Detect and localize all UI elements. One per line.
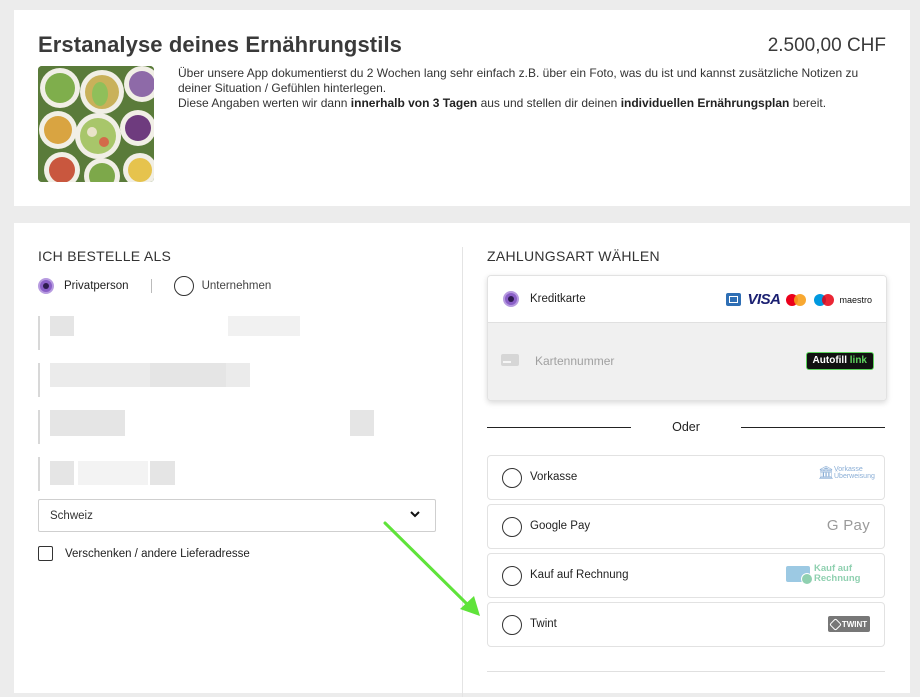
vorkasse-logo-text: Vorkasse Überweisung [834,466,875,480]
bottom-divider [487,671,885,672]
invoice-logo-text: Kauf auf Rechnung [814,563,861,584]
credit-card-radio[interactable] [503,291,519,307]
desc-bold-duration: innerhalb von 3 Tagen [350,96,478,110]
private-person-label[interactable]: Privatperson [64,280,129,292]
autofill-link-text: link [849,355,867,366]
card-number-input[interactable]: Kartennummer [535,354,614,368]
order-section-title: ICH BESTELLE ALS [38,248,172,264]
gift-label[interactable]: Verschenken / andere Lieferadresse [65,548,250,560]
google-pay-label: Google Pay [530,520,591,532]
bank-icon: 🏛 [818,465,835,480]
twint-label: Twint [530,618,557,630]
or-separator: Oder [487,419,885,435]
chevron-down-icon [409,508,421,523]
description-line-2: Diese Angaben werten wir dann innerhalb … [178,96,878,111]
desc-bold-plan: individuellen Ernährungsplan [620,96,790,110]
credit-card-label: Kreditkarte [530,293,586,305]
autofill-text: Autofill [812,355,850,366]
column-divider [462,247,463,697]
gift-checkbox[interactable] [38,546,53,561]
type-divider [150,279,152,293]
address-field-2[interactable] [38,363,440,397]
order-card: ICH BESTELLE ALS Privatperson Unternehme… [14,223,910,697]
invoice-radio[interactable] [502,566,522,586]
redacted-block [150,363,226,387]
redacted-block [50,410,125,436]
desc-text: bereit. [789,96,827,110]
product-description: Über unsere App dokumentierst du 2 Woche… [178,66,878,111]
twint-radio[interactable] [502,615,522,635]
vorkasse-label: Vorkasse [530,471,578,483]
description-line-1: Über unsere App dokumentierst du 2 Woche… [178,66,859,95]
redacted-block [50,316,74,336]
autofill-link-button[interactable]: Autofill link [805,352,874,370]
invoice-card-icon [786,566,813,585]
redacted-block [228,316,300,336]
product-price: 2.500,00 CHF [767,35,886,56]
field-edge [38,363,40,397]
mastercard-icon [786,293,808,307]
company-label[interactable]: Unternehmen [202,280,272,292]
twint-logo-text: TWINT [841,619,868,629]
twint-shield-icon [828,617,842,631]
redacted-block [78,461,148,485]
payment-option-google-pay[interactable]: Google Pay G Pay [487,504,885,549]
separator-line [741,427,885,428]
redacted-block [150,461,175,485]
product-title: Erstanalyse deines Ernährungstils [38,32,402,57]
field-edge [38,410,40,444]
payment-option-vorkasse[interactable]: Vorkasse 🏛 Vorkasse Überweisung [487,455,885,500]
desc-text: aus und stellen dir deinen [477,96,621,110]
google-pay-logo: G Pay [826,517,870,534]
invoice-logo: Kauf auf Rechnung [786,563,870,585]
gift-option[interactable]: Verschenken / andere Lieferadresse [38,546,250,561]
customer-type-selector: Privatperson Unternehmen [38,276,271,296]
card-number-area[interactable]: Kartennummer Autofill link [488,322,886,400]
product-image [38,66,154,182]
maestro-icon [814,293,836,307]
company-radio[interactable] [173,276,194,296]
card-icon [501,354,519,366]
card-brand-logos: VISA maestro [726,291,872,308]
address-field-4[interactable] [38,457,440,491]
twint-logo: TWINT [828,616,870,632]
private-person-radio[interactable] [38,278,54,294]
redacted-block [350,410,374,436]
vorkasse-logo: 🏛 Vorkasse Überweisung [818,465,875,481]
field-edge [38,457,40,491]
maestro-label: maestro [839,294,872,305]
credit-card-option[interactable]: Kreditkarte VISA maestro Kartennummer Au… [487,275,887,401]
redacted-block [50,461,74,485]
amex-icon [726,293,742,306]
visa-icon: VISA [747,291,781,308]
invoice-label: Kauf auf Rechnung [530,569,629,581]
address-field-1[interactable] [38,316,440,350]
country-value: Schweiz [50,510,93,522]
desc-text: Diese Angaben werten wir dann [178,96,351,110]
payment-section-title: ZAHLUNGSART WÄHLEN [487,248,660,264]
payment-option-twint[interactable]: Twint TWINT [487,602,885,647]
country-select[interactable]: Schweiz [38,499,436,532]
credit-card-header[interactable]: Kreditkarte VISA maestro [488,276,886,322]
google-pay-radio[interactable] [502,517,522,537]
product-card: Erstanalyse deines Ernährungstils 2.500,… [14,10,910,206]
vorkasse-radio[interactable] [502,468,522,488]
address-field-3[interactable] [38,410,440,444]
field-edge [38,316,40,350]
payment-option-invoice[interactable]: Kauf auf Rechnung Kauf auf Rechnung [487,553,885,598]
